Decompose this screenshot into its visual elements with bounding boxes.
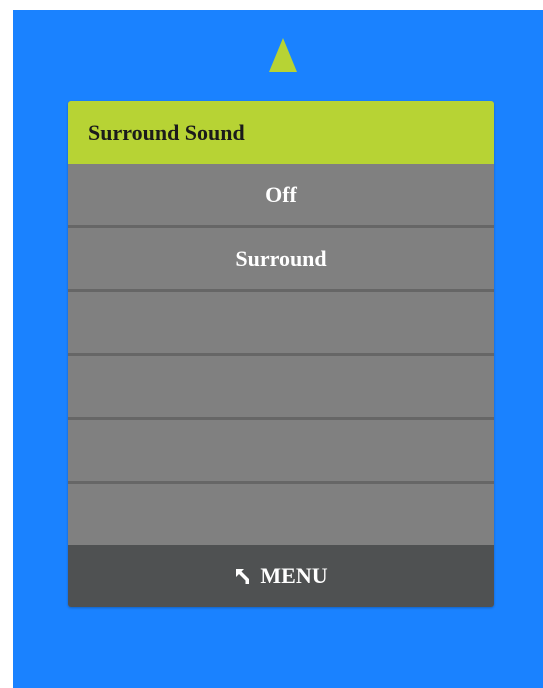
menu-back-button[interactable]: MENU bbox=[68, 545, 494, 607]
option-off[interactable]: Off bbox=[68, 164, 494, 228]
surround-sound-menu: Surround Sound Off Surround MENU bbox=[68, 101, 494, 607]
option-list: Off Surround bbox=[68, 164, 494, 548]
option-empty-4[interactable] bbox=[68, 356, 494, 420]
tv-screen: Surround Sound Off Surround MENU bbox=[13, 10, 543, 688]
menu-back-label: MENU bbox=[260, 563, 328, 588]
option-surround[interactable]: Surround bbox=[68, 228, 494, 292]
option-empty-6[interactable] bbox=[68, 484, 494, 548]
scroll-up-arrow-icon[interactable] bbox=[269, 38, 297, 72]
menu-title: Surround Sound bbox=[68, 101, 494, 164]
option-empty-3[interactable] bbox=[68, 292, 494, 356]
option-empty-5[interactable] bbox=[68, 420, 494, 484]
back-arrow-icon bbox=[236, 569, 250, 584]
